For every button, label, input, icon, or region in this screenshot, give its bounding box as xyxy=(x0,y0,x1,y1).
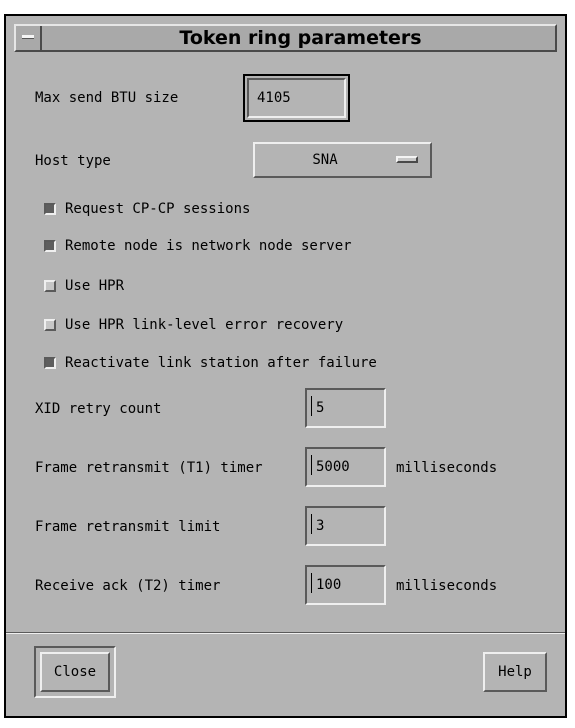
checkbox-indicator xyxy=(44,280,56,292)
t1-timer-field[interactable]: 5000 xyxy=(305,447,386,487)
checkbox-indicator xyxy=(44,357,56,369)
help-button[interactable]: Help xyxy=(483,652,547,692)
max-send-btu-label: Max send BTU size xyxy=(35,90,179,106)
hpr-error-recovery-label: Use HPR link-level error recovery xyxy=(65,317,344,333)
t1-timer-value: 5000 xyxy=(316,459,350,475)
xid-retry-label: XID retry count xyxy=(35,401,162,417)
retransmit-limit-field[interactable]: 3 xyxy=(305,506,386,546)
text-cursor xyxy=(311,573,312,593)
t2-timer-unit: milliseconds xyxy=(396,578,498,594)
window-menu-icon xyxy=(22,35,34,39)
text-cursor xyxy=(311,396,312,416)
t1-timer-label: Frame retransmit (T1) timer xyxy=(35,460,263,476)
xid-retry-value: 5 xyxy=(316,400,325,416)
xid-retry-field[interactable]: 5 xyxy=(305,388,386,428)
t2-timer-label: Receive ack (T2) timer xyxy=(35,578,221,594)
host-type-label: Host type xyxy=(35,153,111,169)
window-menu-button[interactable] xyxy=(16,26,42,50)
request-cp-cp-label: Request CP-CP sessions xyxy=(65,201,251,217)
window-title: Token ring parameters xyxy=(179,27,422,49)
text-cursor xyxy=(311,514,312,534)
retransmit-limit-label: Frame retransmit limit xyxy=(35,519,221,535)
reactivate-link-label: Reactivate link station after failure xyxy=(65,355,377,371)
max-send-btu-field[interactable]: 4105 xyxy=(247,78,346,118)
remote-node-nns-label: Remote node is network node server xyxy=(65,238,352,254)
host-type-select[interactable]: SNA xyxy=(253,142,432,178)
checkbox-indicator xyxy=(44,240,56,252)
t1-timer-unit: milliseconds xyxy=(396,460,498,476)
checkbox-indicator xyxy=(44,319,56,331)
checkbox-indicator xyxy=(44,203,56,215)
title-bar[interactable]: Token ring parameters xyxy=(14,24,557,52)
t2-timer-value: 100 xyxy=(316,577,342,593)
close-button[interactable]: Close xyxy=(40,652,110,692)
retransmit-limit-value: 3 xyxy=(316,518,325,534)
t2-timer-field[interactable]: 100 xyxy=(305,565,386,605)
button-area-separator xyxy=(6,632,565,634)
option-menu-indicator-icon xyxy=(396,156,418,163)
text-cursor xyxy=(311,455,312,475)
host-type-value: SNA xyxy=(312,152,338,168)
use-hpr-label: Use HPR xyxy=(65,278,125,294)
token-ring-dialog: Token ring parameters Max send BTU size … xyxy=(4,14,567,718)
